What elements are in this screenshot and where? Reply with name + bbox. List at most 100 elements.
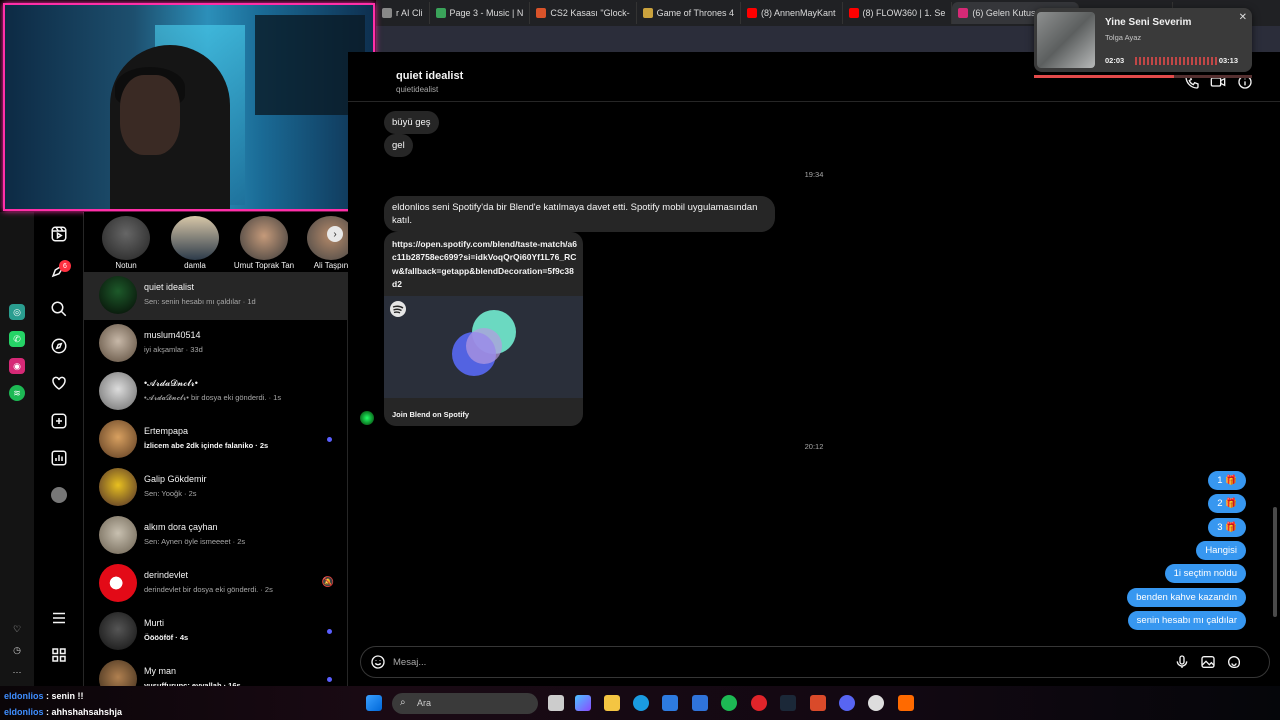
blend-invite-message: eldonlios seni Spotify'da bir Blend'e ka…	[384, 196, 775, 232]
reels-icon[interactable]	[48, 223, 70, 245]
blend-link-card[interactable]: https://open.spotify.com/blend/taste-mat…	[384, 232, 583, 426]
browser-tab[interactable]: (8) AnnenMayKant	[741, 2, 843, 24]
whatsapp-icon[interactable]: ✆	[9, 331, 25, 347]
browser-tab[interactable]: Game of Thrones 4	[637, 2, 741, 24]
create-icon[interactable]	[48, 410, 70, 432]
edge-icon[interactable]	[633, 695, 649, 711]
steam-icon[interactable]	[780, 695, 796, 711]
dashboard-icon[interactable]	[48, 447, 70, 469]
apps-icon[interactable]	[48, 644, 70, 666]
copilot-icon[interactable]	[575, 695, 591, 711]
avatar	[99, 564, 137, 602]
conversation-list: quiet idealist Sen: senin hesabı mı çaldı…	[84, 272, 348, 686]
story-item[interactable]: Notun	[94, 216, 158, 270]
conversation-preview: derindevlet bir dosya eki gönderdi. · 2s	[144, 585, 273, 594]
conversation-item[interactable]: Galip Gökdemir Sen: Yooğk · 2s	[84, 464, 347, 512]
notifications-heart-icon[interactable]	[48, 372, 70, 394]
album-art	[1037, 12, 1095, 68]
story-item[interactable]: damla	[163, 216, 227, 270]
message-incoming: büyü geş	[384, 111, 439, 134]
emoji-icon[interactable]	[370, 654, 386, 670]
windows-start-icon[interactable]	[366, 695, 382, 711]
spotify-taskbar-icon[interactable]	[721, 695, 737, 711]
profile-avatar[interactable]	[48, 484, 70, 506]
media-player-popup[interactable]: Yine Seni Severim Tolga Ayaz 02:03 03:13…	[1034, 8, 1252, 72]
conversation-item[interactable]: Ertempapa İzlicem abe 2dk içinde falaniko…	[84, 416, 347, 464]
avatar	[99, 660, 137, 686]
tab-favicon-icon	[747, 8, 757, 18]
image-icon[interactable]	[1200, 654, 1216, 670]
conversation-name: quiet idealist	[144, 282, 195, 292]
avatar	[99, 324, 137, 362]
history-icon[interactable]: ◷	[9, 642, 25, 658]
unread-dot	[327, 677, 332, 682]
blend-preview[interactable]	[384, 296, 583, 398]
avatar	[99, 516, 137, 554]
stream-chat-line: eldonlios : ahhshahsahshja	[4, 707, 123, 717]
story-item[interactable]: Ali Taşpın	[299, 216, 348, 270]
message-incoming: gel	[384, 134, 413, 157]
conversation-item[interactable]: quiet idealist Sen: senin hesabı mı çaldı…	[84, 272, 347, 320]
message-outgoing: 3 🎁	[1208, 518, 1246, 537]
tab-favicon-icon	[958, 8, 969, 18]
chat-title[interactable]: quiet idealist	[396, 70, 463, 82]
brave-icon[interactable]	[898, 695, 914, 711]
conversation-item[interactable]: muslum40514 iyi akşamlar · 33d	[84, 320, 347, 368]
story-item[interactable]: Umut Toprak Tan	[232, 216, 296, 270]
conversation-preview: •𝓐𝓻𝓭𝓪𝓓𝓷𝓬𝓵𝓻• bir dosya eki gönderdi. · 1s	[144, 393, 282, 402]
conversation-item[interactable]: •𝓐𝓻𝓭𝓪𝓓𝓷𝓬𝓵𝓻• •𝓐𝓻𝓭𝓪𝓓𝓷𝓬𝓵𝓻• bir dosya eki gön…	[84, 368, 347, 416]
conversation-item[interactable]: derindevlet derindevlet bir dosya eki gön…	[84, 560, 347, 608]
muted-bell-icon: 🔕	[321, 577, 334, 588]
obs-icon[interactable]	[868, 695, 884, 711]
conversation-item[interactable]: My man yusuffurunc: eyvallah · 16s	[84, 656, 347, 686]
explore-icon[interactable]	[48, 335, 70, 357]
chat-scrollbar[interactable]	[1272, 107, 1278, 627]
conversation-preview: İzlicem abe 2dk içinde falaniko · 2s	[144, 441, 269, 450]
opera-icon[interactable]	[751, 695, 767, 711]
media-progress-bar[interactable]	[1034, 75, 1252, 78]
heart-icon[interactable]: ♡	[9, 621, 25, 637]
sticker-icon[interactable]	[1226, 654, 1242, 670]
conversation-preview: iyi akşamlar · 33d	[144, 345, 203, 354]
tab-favicon-icon	[642, 8, 653, 18]
conversation-item[interactable]: Murti Ööööföf · 4s	[84, 608, 347, 656]
browser-tab[interactable]: r AI Cli	[376, 2, 430, 24]
close-icon[interactable]: ✕	[1239, 12, 1247, 23]
conversation-item[interactable]: alkım dora çayhan Sen: Aynen öyle ismeeee…	[84, 512, 347, 560]
task-view-icon[interactable]	[548, 695, 564, 711]
browser-tab[interactable]: CS2 Kasası "Glock-	[530, 2, 637, 24]
waveform[interactable]	[1135, 57, 1217, 65]
message-input[interactable]	[393, 653, 1153, 671]
tab-label: Page 3 - Music | N	[449, 8, 524, 18]
instagram-nav: 6	[34, 212, 84, 686]
blend-card-title: Join Blend on Spotify	[392, 410, 470, 419]
file-explorer-icon[interactable]	[604, 695, 620, 711]
track-title: Yine Seni Severim	[1105, 17, 1192, 28]
app-icon[interactable]	[810, 695, 826, 711]
spotify-icon[interactable]: ≋	[9, 385, 25, 401]
search-icon[interactable]	[48, 298, 70, 320]
more-icon[interactable]: ⋯	[9, 664, 25, 680]
taskbar: ⌕ Ara	[0, 686, 1280, 720]
browser-tab[interactable]: (8) FLOW360 | 1. Se	[843, 2, 953, 24]
message-composer	[360, 646, 1270, 678]
chatgpt-icon[interactable]: ◎	[9, 304, 25, 320]
chevron-right-icon[interactable]: ›	[327, 226, 343, 242]
discord-icon[interactable]	[839, 695, 855, 711]
microphone-icon[interactable]	[1174, 654, 1190, 670]
unread-dot	[327, 629, 332, 634]
blend-link[interactable]: https://open.spotify.com/blend/taste-mat…	[392, 238, 577, 292]
message-outgoing: 2 🎁	[1208, 494, 1246, 513]
browser-tab[interactable]: Page 3 - Music | N	[430, 2, 531, 24]
mail-icon[interactable]	[692, 695, 708, 711]
track-current-time: 02:03	[1105, 56, 1125, 65]
store-icon[interactable]	[662, 695, 678, 711]
instagram-icon[interactable]: ◉	[9, 358, 25, 374]
taskbar-search-label: Ara	[417, 698, 432, 708]
stream-chat-overlay: eldonlios : senin !! eldonlios : ahhshah…	[4, 688, 122, 720]
stories-tray: Notun damla Umut Toprak Tan Ali Taşpın ›	[84, 212, 348, 272]
chat-panel: quiet idealist quietidealist büyü geş ge…	[348, 52, 1280, 686]
menu-icon[interactable]	[48, 607, 70, 629]
taskbar-search[interactable]: ⌕ Ara	[392, 693, 538, 714]
avatar	[99, 420, 137, 458]
